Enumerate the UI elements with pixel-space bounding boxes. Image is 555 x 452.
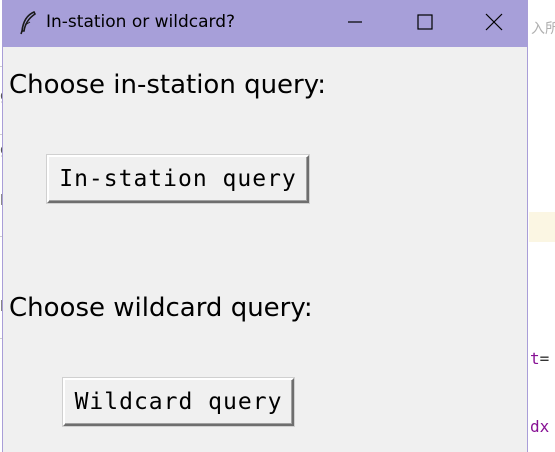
code-fragment[interactable]: dx <box>530 417 549 436</box>
dialog-window: In-station or wildcard? Choose in-statio… <box>2 0 528 452</box>
close-icon <box>485 13 503 35</box>
code-keyword: t <box>530 349 540 368</box>
current-line-highlight <box>529 212 555 242</box>
minimize-icon <box>347 14 363 34</box>
code-identifier: dx <box>530 417 550 436</box>
instation-query-button[interactable]: In-station query <box>47 155 309 203</box>
minimize-button[interactable] <box>320 0 390 47</box>
instation-label: Choose in-station query: <box>9 70 327 100</box>
close-button[interactable] <box>459 0 529 47</box>
wildcard-label: Choose wildcard query: <box>9 293 313 323</box>
code-operator: = <box>539 349 550 368</box>
maximize-icon <box>417 13 433 34</box>
title-bar[interactable]: In-station or wildcard? <box>3 0 527 47</box>
maximize-button[interactable] <box>390 0 460 47</box>
code-fragment[interactable]: t= <box>530 349 549 368</box>
editor-hint-text: 入所 <box>531 21 555 37</box>
window-title: In-station or wildcard? <box>46 12 236 32</box>
feather-icon <box>19 10 39 35</box>
wildcard-query-button[interactable]: Wildcard query <box>63 378 294 426</box>
